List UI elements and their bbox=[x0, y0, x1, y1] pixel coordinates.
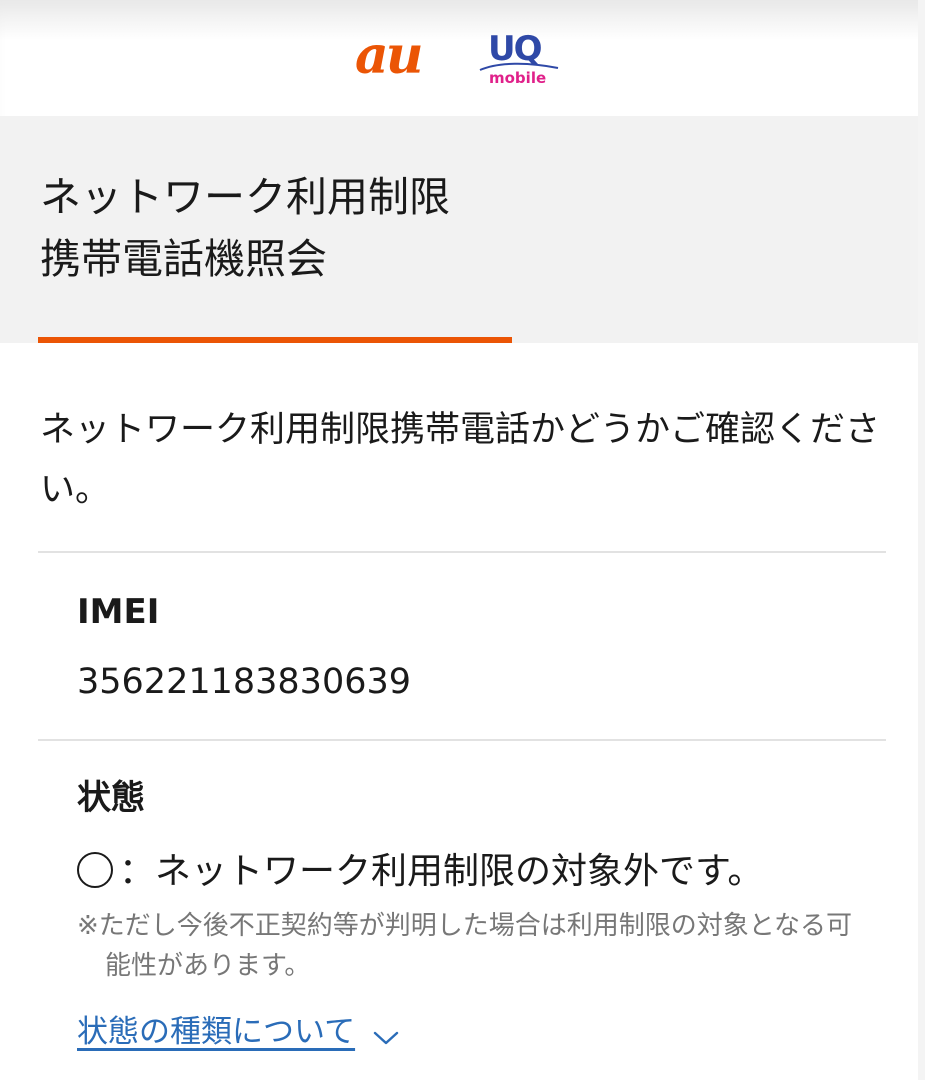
scrollbar[interactable] bbox=[918, 0, 925, 1080]
page-title: ネットワーク利用制限 携帯電話機照会 bbox=[40, 173, 450, 283]
divider-middle bbox=[38, 739, 886, 741]
status-types-link-row[interactable]: 状態の種類について bbox=[77, 1008, 399, 1058]
chevron-down-icon[interactable] bbox=[373, 1012, 399, 1060]
header-shadow bbox=[0, 0, 925, 40]
status-note: ※ただし今後不正契約等が判明した場合は利用制限の対象となる可能性があります。 bbox=[77, 911, 853, 981]
header-bar bbox=[0, 0, 925, 116]
intro-text: ネットワーク利用制限携帯電話かどうかご確認ください。 bbox=[40, 410, 881, 510]
imei-value: 356221183830639 bbox=[77, 662, 412, 702]
status-result-text: ：ネットワーク利用制限の対象外です。 bbox=[119, 851, 764, 892]
au-logo[interactable]: au bbox=[355, 28, 455, 84]
uq-logo-subtext: mobile bbox=[489, 69, 547, 87]
status-label: 状態 bbox=[77, 778, 145, 818]
uq-mobile-logo[interactable]: UQ mobile bbox=[478, 30, 560, 92]
imei-label: IMEI bbox=[77, 592, 160, 632]
title-underline bbox=[38, 337, 512, 343]
status-result: ：ネットワーク利用制限の対象外です。 bbox=[77, 848, 763, 896]
divider-top bbox=[38, 551, 886, 553]
circle-icon bbox=[77, 852, 113, 888]
status-types-link[interactable]: 状態の種類について bbox=[77, 1014, 355, 1050]
